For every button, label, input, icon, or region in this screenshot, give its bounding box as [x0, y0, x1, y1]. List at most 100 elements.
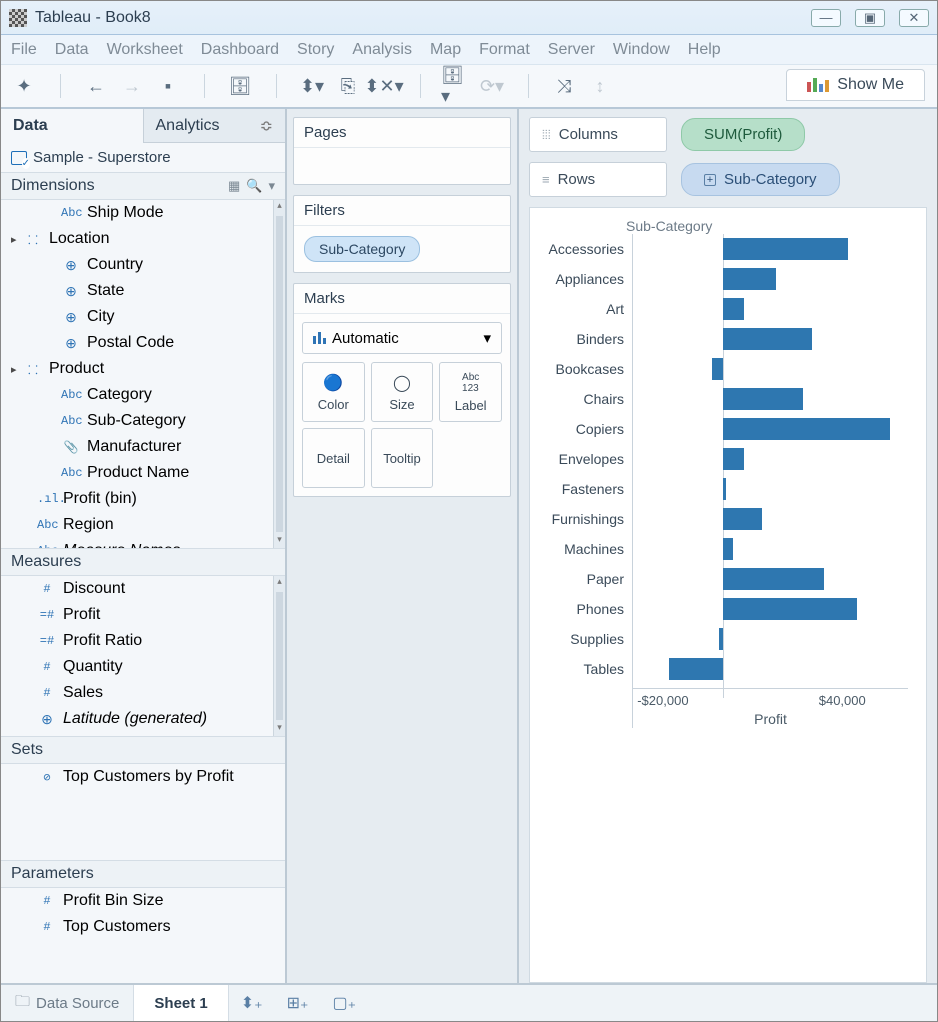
marks-size-button[interactable]: ◯Size: [371, 362, 434, 422]
field-latitude-generated-[interactable]: ⊕Latitude (generated): [1, 706, 273, 732]
menu-window[interactable]: Window: [613, 41, 670, 59]
marks-color-button[interactable]: 🔵Color: [302, 362, 365, 422]
field-top-customers[interactable]: #Top Customers: [1, 914, 285, 940]
bar-envelopes[interactable]: [723, 448, 744, 470]
bar-phones[interactable]: [723, 598, 858, 620]
sheet-tab[interactable]: Sheet 1: [134, 985, 228, 1021]
search-icon[interactable]: 🔍: [246, 178, 262, 194]
bar-copiers[interactable]: [723, 418, 890, 440]
field-state[interactable]: ⊕State: [1, 278, 273, 304]
field-profit-ratio[interactable]: =#Profit Ratio: [1, 628, 273, 654]
bar-binders[interactable]: [723, 328, 813, 350]
data-source-tab[interactable]: 🗀Data Source: [1, 985, 134, 1021]
filter-pill-subcategory[interactable]: Sub-Category: [304, 236, 420, 262]
duplicate-button[interactable]: ⎘: [333, 71, 363, 101]
maximize-button[interactable]: ▣: [855, 9, 885, 27]
minimize-button[interactable]: —: [811, 9, 841, 27]
new-dashboard-button[interactable]: ⊞₊: [275, 993, 321, 1013]
field-region[interactable]: AbcRegion: [1, 512, 273, 538]
field-postal-code[interactable]: ⊕Postal Code: [1, 330, 273, 356]
swap-button[interactable]: ⤨: [549, 71, 579, 101]
bar-chairs[interactable]: [723, 388, 804, 410]
columns-pill-sum-profit[interactable]: SUM(Profit): [681, 118, 805, 151]
forward-button[interactable]: →: [117, 71, 147, 101]
field-ship-mode[interactable]: AbcShip Mode: [1, 200, 273, 226]
separator: [45, 71, 75, 101]
cards-pane: Pages Filters Sub-Category Marks Automat…: [287, 109, 519, 983]
bar-art[interactable]: [723, 298, 744, 320]
new-worksheet-button[interactable]: ⬍₊: [229, 993, 275, 1013]
new-story-button[interactable]: ▢₊: [320, 993, 368, 1013]
bar-tables[interactable]: [669, 658, 723, 680]
tab-data[interactable]: Data: [1, 109, 144, 143]
show-me-button[interactable]: Show Me: [786, 69, 925, 101]
field-country[interactable]: ⊕Country: [1, 252, 273, 278]
bars-icon: [807, 78, 829, 92]
field-city[interactable]: ⊕City: [1, 304, 273, 330]
field-quantity[interactable]: #Quantity: [1, 654, 273, 680]
clear-button[interactable]: ⬍✕▾: [369, 71, 399, 101]
save-button[interactable]: ▪: [153, 71, 183, 101]
field-manufacturer[interactable]: 📎Manufacturer: [1, 434, 273, 460]
scrollbar[interactable]: ▴▾: [273, 576, 285, 736]
titlebar[interactable]: Tableau - Book8 — ▣ ✕: [1, 1, 937, 35]
field-measure-names[interactable]: AbcMeasure Names: [1, 538, 273, 548]
bar-machines[interactable]: [723, 538, 733, 560]
view-icon[interactable]: ▦: [228, 178, 240, 194]
new-worksheet-button[interactable]: ⬍▾: [297, 71, 327, 101]
x-tick: $40,000: [819, 693, 866, 708]
field-sub-category[interactable]: AbcSub-Category: [1, 408, 273, 434]
field-top-customers-by-profit[interactable]: ⊘Top Customers by Profit: [1, 764, 285, 790]
field-product[interactable]: ▸⸬Product: [1, 356, 273, 382]
datasource-name: Sample - Superstore: [33, 149, 171, 166]
columns-shelf[interactable]: ⦙⦙⦙Columns SUM(Profit): [529, 117, 927, 152]
rows-pill-subcategory[interactable]: +Sub-Category: [681, 163, 840, 196]
marks-label-button[interactable]: Abc123Label: [439, 362, 502, 422]
bar-bookcases[interactable]: [712, 358, 722, 380]
scrollbar[interactable]: ▴▾: [273, 200, 285, 548]
chevron-down-icon: ▾: [483, 329, 491, 347]
pause-button[interactable]: 🗄▾: [441, 71, 471, 101]
menu-format[interactable]: Format: [479, 41, 530, 59]
field-product-name[interactable]: AbcProduct Name: [1, 460, 273, 486]
bar-appliances[interactable]: [723, 268, 777, 290]
back-button[interactable]: ←: [81, 71, 111, 101]
menu-data[interactable]: Data: [55, 41, 89, 59]
menu-dashboard[interactable]: Dashboard: [201, 41, 279, 59]
field-discount[interactable]: #Discount: [1, 576, 273, 602]
menu-help[interactable]: Help: [688, 41, 721, 59]
field-profit[interactable]: =#Profit: [1, 602, 273, 628]
menu-map[interactable]: Map: [430, 41, 461, 59]
new-datasource-button[interactable]: 🗄: [225, 71, 255, 101]
menu-file[interactable]: File: [11, 41, 37, 59]
field-category[interactable]: AbcCategory: [1, 382, 273, 408]
tableau-logo-icon[interactable]: ✦: [9, 71, 39, 101]
bar-accessories[interactable]: [723, 238, 849, 260]
chevron-down-icon[interactable]: ▾: [268, 178, 275, 194]
bar-paper[interactable]: [723, 568, 825, 590]
close-button[interactable]: ✕: [899, 9, 929, 27]
bar-supplies[interactable]: [719, 628, 723, 650]
refresh-button[interactable]: ⟳▾: [477, 71, 507, 101]
bar-furnishings[interactable]: [723, 508, 762, 530]
marks-detail-button[interactable]: Detail: [302, 428, 365, 488]
field-profit-bin-[interactable]: .ıl.Profit (bin): [1, 486, 273, 512]
field-profit-bin-size[interactable]: #Profit Bin Size: [1, 888, 285, 914]
marks-type-dropdown[interactable]: Automatic ▾: [302, 322, 502, 354]
datasource-row[interactable]: Sample - Superstore: [1, 143, 285, 172]
x-axis: Profit -$20,000$40,000: [633, 688, 908, 728]
visualization[interactable]: Sub-Category AccessoriesAppliancesArtBin…: [529, 207, 927, 983]
field-sales[interactable]: #Sales: [1, 680, 273, 706]
category-label: Fasteners: [536, 474, 632, 504]
menu-server[interactable]: Server: [548, 41, 595, 59]
marks-tooltip-button[interactable]: Tooltip: [371, 428, 434, 488]
menu-story[interactable]: Story: [297, 41, 334, 59]
rows-shelf[interactable]: ≡Rows +Sub-Category: [529, 162, 927, 197]
sort-button[interactable]: ↕: [585, 71, 615, 101]
menu-analysis[interactable]: Analysis: [352, 41, 412, 59]
bar-fasteners[interactable]: [723, 478, 726, 500]
menu-worksheet[interactable]: Worksheet: [107, 41, 183, 59]
field-location[interactable]: ▸⸬Location: [1, 226, 273, 252]
category-label: Art: [536, 294, 632, 324]
tab-analytics[interactable]: Analytics: [144, 109, 286, 143]
